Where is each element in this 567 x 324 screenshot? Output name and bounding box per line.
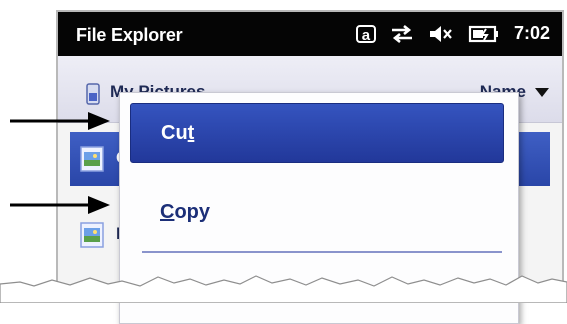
label-part: Cu — [161, 122, 188, 144]
menu-separator — [142, 251, 502, 253]
menu-item-cut[interactable]: Cut — [130, 103, 504, 163]
chevron-down-icon[interactable] — [534, 86, 550, 98]
annotation-arrow-cut — [10, 112, 110, 130]
image-file-icon — [80, 222, 104, 248]
torn-edge — [0, 275, 567, 303]
menu-item-label: Copy — [160, 201, 210, 224]
menu-item-label: Cut — [161, 122, 194, 145]
access-key: t — [187, 122, 195, 144]
menu-item-copy[interactable]: Copy — [130, 183, 502, 241]
title-bar: File Explorer a 7:02 — [58, 12, 562, 56]
keyboard-a-icon: a — [355, 24, 376, 44]
app-title: File Explorer — [76, 25, 183, 45]
access-key: C — [160, 201, 175, 223]
sync-arrows-icon — [391, 24, 412, 43]
battery-charging-icon — [468, 25, 498, 42]
clock: 7:02 — [513, 23, 550, 43]
speaker-muted-icon — [429, 25, 452, 42]
sd-card-icon — [86, 83, 100, 105]
annotation-arrow-copy — [10, 196, 110, 214]
status-area: a 7:02 — [355, 23, 550, 44]
label-part: opy — [174, 201, 211, 223]
image-file-icon — [80, 146, 104, 172]
